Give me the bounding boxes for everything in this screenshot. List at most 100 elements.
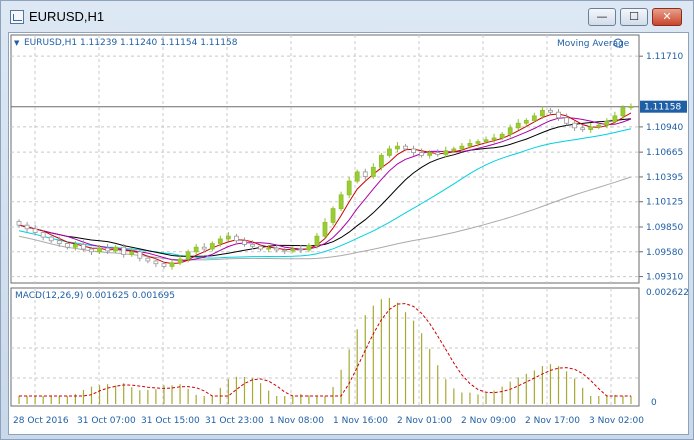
candle-body: [153, 260, 159, 265]
price-tick-label: 1.09580: [646, 248, 683, 258]
time-tick-label: 31 Oct 07:00: [77, 416, 136, 426]
candle-body: [604, 120, 610, 126]
candle-body: [427, 152, 433, 156]
candle-body: [16, 221, 22, 226]
time-tick-label: 28 Oct 2016: [13, 416, 69, 426]
candle-body: [378, 154, 384, 168]
price-tick-label: 1.09310: [646, 273, 683, 283]
candle-body: [572, 122, 578, 129]
candle-body: [266, 247, 272, 250]
candle-body: [612, 115, 618, 122]
ma-line-red: [18, 112, 632, 265]
price-tick-label: 1.09850: [646, 223, 683, 233]
current-price-label: 1.11158: [644, 103, 681, 113]
candle-body: [362, 171, 368, 177]
candle-body: [306, 244, 312, 251]
time-tick-label: 1 Nov 08:00: [269, 416, 324, 426]
time-tick-label: 3 Nov 02:00: [589, 416, 644, 426]
candle-body: [531, 115, 537, 121]
candle-body: [48, 236, 54, 242]
candle-body: [395, 145, 400, 150]
candle-body: [596, 124, 602, 128]
candle-body: [588, 126, 594, 131]
chart-area[interactable]: 1.11710 1.10940 1.10665 1.10395 1.10125 1.098…: [8, 32, 689, 435]
candle-body: [161, 263, 167, 267]
price-tick-label: 1.11710: [646, 52, 683, 62]
candle-body: [201, 246, 207, 250]
candle-body: [515, 122, 521, 129]
candle-body: [451, 148, 457, 152]
candle-body: [491, 137, 497, 141]
candle-body: [435, 152, 441, 155]
candle-body: [507, 127, 513, 135]
candle-body: [32, 228, 38, 233]
candle-body: [121, 246, 127, 255]
candle-body: [185, 251, 191, 260]
candle-body: [475, 141, 481, 144]
window-title: EURUSD,H1: [29, 9, 105, 24]
candle-body: [145, 257, 151, 262]
price-tick-label: 1.10665: [646, 148, 683, 158]
macd-signal-line: [19, 303, 631, 397]
minimize-button[interactable]: —: [588, 8, 616, 26]
candle-body: [314, 235, 320, 246]
candle-body: [209, 243, 215, 250]
candle-body: [628, 106, 634, 109]
candle-body: [129, 251, 135, 255]
candle-body: [64, 243, 70, 248]
chart-window-icon: [10, 10, 24, 24]
candle-body: [105, 247, 110, 252]
candle-body: [137, 251, 143, 259]
time-tick-label: 31 Oct 23:00: [205, 416, 264, 426]
macd-tick-label: 0.002622: [646, 288, 689, 298]
candle-body: [443, 150, 449, 155]
candle-body: [24, 224, 30, 230]
candle-body: [483, 139, 489, 142]
candle-body: [620, 107, 626, 117]
candle-body: [387, 148, 392, 156]
candle-body: [467, 143, 473, 147]
chart-window: EURUSD,H1 — ☐ ✕ 1.11710 1.10940 1.10665 1.1…: [0, 0, 694, 440]
candle-body: [81, 244, 86, 250]
candle-body: [258, 245, 263, 250]
candle-body: [346, 180, 352, 196]
candle-body: [225, 235, 231, 240]
candle-body: [40, 232, 46, 238]
candle-body: [411, 148, 416, 154]
candle-body: [322, 221, 328, 237]
candle-body: [403, 145, 408, 150]
candle-body: [97, 247, 102, 253]
candle-body: [338, 194, 344, 210]
candle-body: [169, 262, 175, 267]
candle-body: [282, 249, 288, 252]
indicator-label[interactable]: Moving Average: [557, 39, 630, 49]
close-button[interactable]: ✕: [652, 8, 682, 26]
candle-body: [217, 238, 223, 244]
candle-body: [56, 240, 62, 244]
candle-body: [113, 246, 119, 252]
title-bar[interactable]: EURUSD,H1 — ☐ ✕: [1, 1, 693, 33]
time-tick-label: 1 Nov 16:00: [333, 416, 388, 426]
macd-label: MACD(12,26,9) 0.001625 0.001695: [15, 291, 175, 301]
candle-body: [290, 248, 296, 252]
price-tick-label: 1.10395: [646, 173, 683, 183]
candle-body: [274, 247, 280, 251]
macd-plot-frame: [10, 287, 640, 407]
candle-body: [242, 240, 247, 245]
candle-body: [234, 235, 239, 242]
candle-body: [540, 109, 545, 117]
chart-header-arrow[interactable]: ▼: [14, 39, 20, 47]
price-tick-label: 1.10125: [646, 198, 683, 208]
price-tick-label: 1.10940: [646, 123, 683, 133]
candle-body: [564, 117, 569, 124]
price-chart[interactable]: 1.11710 1.10940 1.10665 1.10395 1.10125 1.098…: [9, 33, 690, 436]
time-tick-label: 2 Nov 01:00: [397, 416, 452, 426]
candle-body: [354, 171, 360, 182]
candle-body: [72, 244, 78, 248]
candle-body: [556, 111, 561, 119]
candle-body: [459, 145, 465, 150]
candle-body: [419, 152, 425, 156]
candle-body: [193, 246, 199, 253]
maximize-button[interactable]: ☐: [620, 8, 648, 26]
candle-body: [580, 127, 586, 131]
